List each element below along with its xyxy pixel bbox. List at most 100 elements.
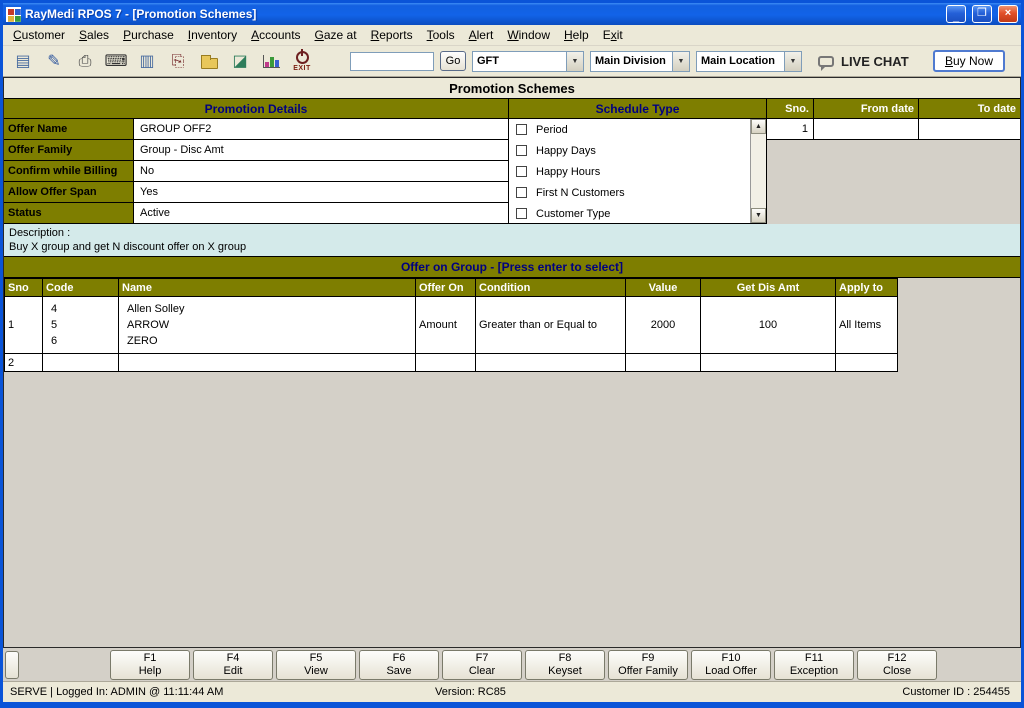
save-bill-icon[interactable]: ✎ bbox=[42, 47, 66, 75]
f7-clear-button[interactable]: F7Clear bbox=[442, 650, 522, 680]
chevron-down-icon[interactable]: ▼ bbox=[566, 52, 583, 71]
detail-value-offer-family[interactable]: Group - Disc Amt bbox=[134, 140, 509, 161]
page-title: Promotion Schemes bbox=[4, 78, 1020, 98]
f1-help-button[interactable]: F1Help bbox=[110, 650, 190, 680]
table-right-filler bbox=[898, 278, 1020, 372]
menu-item-tools[interactable]: Tools bbox=[420, 26, 462, 44]
menu-item-gaze-at[interactable]: Gaze at bbox=[308, 26, 364, 44]
cell-name[interactable]: Allen Solley ARROW ZERO bbox=[119, 297, 416, 354]
cell-sno[interactable]: 1 bbox=[5, 297, 43, 354]
cell-name[interactable] bbox=[119, 354, 416, 372]
f6-save-button[interactable]: F6Save bbox=[359, 650, 439, 680]
offer-on-group-header: Offer on Group - [Press enter to select] bbox=[4, 257, 1020, 278]
cell-apply-to[interactable]: All Items bbox=[836, 297, 898, 354]
division-dropdown-value: Main Division bbox=[595, 55, 666, 67]
schedule-row: 1 bbox=[767, 119, 1020, 140]
schedule-type-customer-type[interactable]: Customer Type bbox=[509, 203, 766, 224]
scroll-up-icon[interactable]: ▲ bbox=[751, 119, 766, 134]
schedule-type-happy-days[interactable]: Happy Days bbox=[509, 140, 766, 161]
f11-exception-button[interactable]: F11Exception bbox=[774, 650, 854, 680]
cell-code[interactable] bbox=[43, 354, 119, 372]
live-chat-link[interactable]: LIVE CHAT bbox=[818, 54, 909, 69]
schedule-to-date-cell[interactable] bbox=[919, 119, 1020, 140]
export-icon[interactable]: ⎘ bbox=[166, 47, 190, 75]
schedule-sno-cell[interactable]: 1 bbox=[767, 119, 814, 140]
detail-value-allow-offer-span[interactable]: Yes bbox=[134, 182, 509, 203]
scrollbar[interactable]: ▲ ▼ bbox=[750, 119, 766, 223]
checkbox-happy-hours[interactable] bbox=[516, 166, 527, 177]
cell-condition[interactable] bbox=[476, 354, 626, 372]
statement-icon[interactable]: ▥ bbox=[135, 47, 159, 75]
buy-now-button[interactable]: Buy Now bbox=[933, 50, 1005, 72]
cell-value[interactable] bbox=[626, 354, 701, 372]
schedule-type-period[interactable]: Period bbox=[509, 119, 766, 140]
menu-item-customer[interactable]: Customer bbox=[6, 26, 72, 44]
search-input[interactable] bbox=[350, 52, 434, 71]
f5-view-button[interactable]: F5View bbox=[276, 650, 356, 680]
invoice-icon[interactable]: ▤ bbox=[11, 47, 35, 75]
minimize-button[interactable]: _ bbox=[946, 5, 966, 23]
column-header-offer-on: Offer On bbox=[416, 279, 476, 297]
f8-keyset-button[interactable]: F8Keyset bbox=[525, 650, 605, 680]
chart-icon[interactable] bbox=[259, 47, 283, 75]
cell-apply-to[interactable] bbox=[836, 354, 898, 372]
f10-load-offer-button[interactable]: F10Load Offer bbox=[691, 650, 771, 680]
chevron-down-icon[interactable]: ▼ bbox=[672, 52, 689, 71]
menu-item-inventory[interactable]: Inventory bbox=[181, 26, 244, 44]
menu-item-window[interactable]: Window bbox=[500, 26, 557, 44]
live-chat-label: LIVE CHAT bbox=[841, 54, 909, 69]
open-folder-icon[interactable] bbox=[197, 47, 221, 75]
to-date-column-header: To date bbox=[919, 98, 1020, 119]
checkbox-period[interactable] bbox=[516, 124, 527, 135]
cell-sno[interactable]: 2 bbox=[5, 354, 43, 372]
cell-value[interactable]: 2000 bbox=[626, 297, 701, 354]
schedule-type-first-n-customers[interactable]: First N Customers bbox=[509, 182, 766, 203]
checkbox-happy-days[interactable] bbox=[516, 145, 527, 156]
cell-get-dis-amt[interactable] bbox=[701, 354, 836, 372]
f12-close-button[interactable]: F12Close bbox=[857, 650, 937, 680]
menu-item-exit[interactable]: Exit bbox=[596, 26, 630, 44]
content-filler bbox=[4, 372, 1020, 647]
image-icon[interactable]: ◪ bbox=[228, 47, 252, 75]
checkbox-first-n-customers[interactable] bbox=[516, 187, 527, 198]
top-form-area: Offer NameGROUP OFF2Offer FamilyGroup - … bbox=[4, 119, 1020, 224]
schedule-type-happy-hours[interactable]: Happy Hours bbox=[509, 161, 766, 182]
menu-item-help[interactable]: Help bbox=[557, 26, 596, 44]
location-dropdown[interactable]: Main Location ▼ bbox=[696, 51, 802, 72]
division-dropdown[interactable]: Main Division ▼ bbox=[590, 51, 690, 72]
chevron-down-icon[interactable]: ▼ bbox=[784, 52, 801, 71]
printer-icon[interactable]: ⎙ bbox=[73, 47, 97, 75]
menu-item-accounts[interactable]: Accounts bbox=[244, 26, 307, 44]
menu-item-alert[interactable]: Alert bbox=[462, 26, 501, 44]
go-button[interactable]: Go bbox=[440, 51, 466, 71]
cell-condition[interactable]: Greater than or Equal to bbox=[476, 297, 626, 354]
column-header-sno: Sno bbox=[5, 279, 43, 297]
menu-item-reports[interactable]: Reports bbox=[364, 26, 420, 44]
close-button[interactable]: × bbox=[998, 5, 1018, 23]
keyboard-icon[interactable]: ⌨ bbox=[104, 47, 128, 75]
schedule-type-list: PeriodHappy DaysHappy HoursFirst N Custo… bbox=[509, 119, 766, 224]
checkbox-customer-type[interactable] bbox=[516, 208, 527, 219]
schedule-dates-empty-area bbox=[767, 140, 1020, 224]
menu-item-purchase[interactable]: Purchase bbox=[116, 26, 181, 44]
table-header-row: SnoCodeNameOffer OnConditionValueGet Dis… bbox=[5, 279, 898, 297]
maximize-button[interactable]: ❐ bbox=[972, 5, 992, 23]
detail-value-offer-name[interactable]: GROUP OFF2 bbox=[134, 119, 509, 140]
menu-item-sales[interactable]: Sales bbox=[72, 26, 116, 44]
schedule-type-label: Customer Type bbox=[536, 208, 610, 220]
company-dropdown[interactable]: GFT ▼ bbox=[472, 51, 584, 72]
detail-row-status: StatusActive bbox=[4, 203, 509, 224]
title-bar[interactable]: RayMedi RPOS 7 - [Promotion Schemes] _ ❐… bbox=[3, 3, 1021, 25]
schedule-from-date-cell[interactable] bbox=[814, 119, 919, 140]
detail-value-status[interactable]: Active bbox=[134, 203, 509, 224]
offer-items-table: SnoCodeNameOffer OnConditionValueGet Dis… bbox=[4, 278, 898, 372]
cell-offer-on[interactable]: Amount bbox=[416, 297, 476, 354]
exit-power-icon[interactable]: EXIT bbox=[290, 47, 314, 75]
f4-edit-button[interactable]: F4Edit bbox=[193, 650, 273, 680]
f9-offer-family-button[interactable]: F9Offer Family bbox=[608, 650, 688, 680]
cell-get-dis-amt[interactable]: 100 bbox=[701, 297, 836, 354]
cell-code[interactable]: 4 5 6 bbox=[43, 297, 119, 354]
detail-value-confirm-while-billing[interactable]: No bbox=[134, 161, 509, 182]
cell-offer-on[interactable] bbox=[416, 354, 476, 372]
scroll-down-icon[interactable]: ▼ bbox=[751, 208, 766, 223]
